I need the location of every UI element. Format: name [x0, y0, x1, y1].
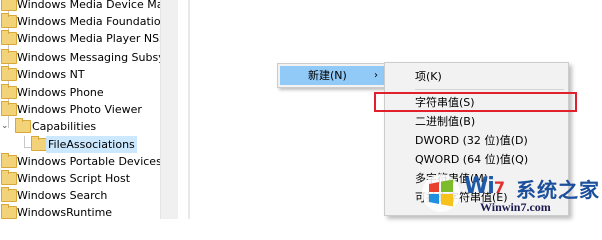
- folder-icon: [1, 0, 17, 11]
- tree-item-label: Windows Media Player NSS: [17, 32, 160, 45]
- submenu-item-binary-value[interactable]: 二进制值(B): [415, 112, 475, 131]
- submenu-item-dword-value[interactable]: DWORD (32 位)值(D): [415, 131, 528, 150]
- tree-item-label: Windows Phone: [17, 86, 104, 99]
- chevron-down-icon[interactable]: ⌄: [1, 118, 9, 135]
- folder-icon: [1, 84, 17, 99]
- tree-scrollbar[interactable]: [160, 0, 178, 219]
- watermark: Wi7 系统之家 Winwin7.com: [418, 170, 602, 219]
- watermark-url: Winwin7.com: [480, 200, 551, 214]
- tree-item-label: Windows Portable Devices: [17, 155, 160, 168]
- tree-item-label: Windows Photo Viewer: [17, 103, 142, 116]
- tree-item-label: Windows Media Device Manager: [17, 0, 160, 11]
- tree-item-label: Windows NT: [17, 68, 85, 81]
- chevron-right-icon: ›: [374, 70, 378, 81]
- submenu-item-qword-value[interactable]: QWORD (64 位)值(Q): [415, 150, 528, 169]
- tree-item-label: Windows Messaging Subsystem: [17, 51, 160, 64]
- menu-separator: [415, 89, 564, 90]
- folder-icon: [1, 153, 17, 168]
- submenu-item-key[interactable]: 项(K): [415, 67, 442, 86]
- tree-item-label: FileAssociations: [46, 136, 137, 153]
- folder-icon: [15, 118, 31, 133]
- tree-item-label: Windows Script Host: [17, 172, 131, 185]
- tree-item-label: Capabilities: [32, 120, 97, 133]
- tree-item-label: Windows Media Foundation: [17, 15, 160, 28]
- folder-icon: [1, 101, 17, 116]
- folder-icon: [1, 49, 17, 64]
- menu-item-new[interactable]: 新建(N) ›: [280, 66, 384, 85]
- tree-item-label: WindowsRuntime: [17, 206, 113, 219]
- folder-icon: [31, 136, 47, 151]
- windows-logo-icon: [422, 174, 460, 212]
- annotation-highlight-box: [374, 92, 577, 112]
- folder-icon: [1, 66, 17, 81]
- menu-item-new-label: 新建(N): [308, 69, 347, 82]
- folder-icon: [1, 187, 17, 202]
- registry-tree[interactable]: Windows Media Device Manager Windows Med…: [0, 0, 160, 219]
- watermark-brand: Wi7: [464, 174, 505, 199]
- watermark-cn: 系统之家: [516, 178, 600, 202]
- folder-icon: [1, 170, 17, 185]
- tree-item-label: Windows Search: [17, 189, 108, 202]
- folder-icon: [1, 204, 17, 219]
- folder-icon: [1, 30, 17, 45]
- context-menu: 新建(N) ›: [277, 63, 387, 88]
- folder-icon: [1, 13, 17, 28]
